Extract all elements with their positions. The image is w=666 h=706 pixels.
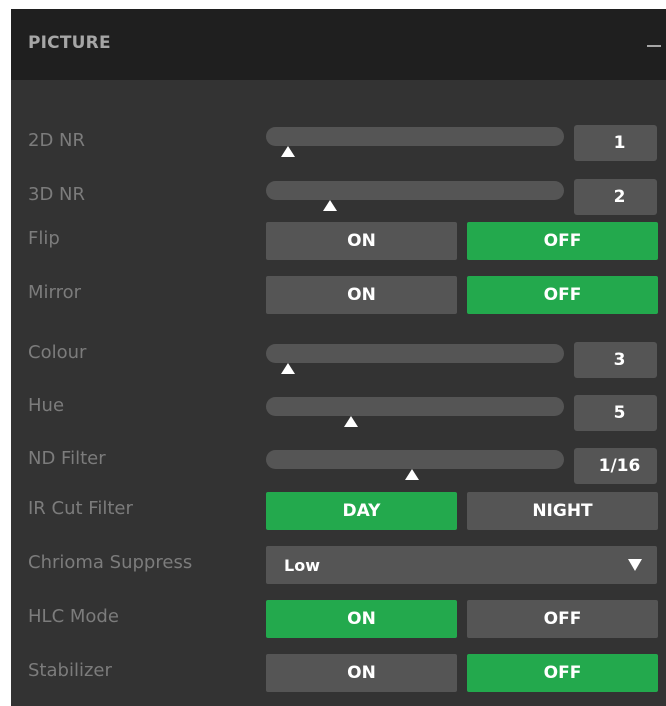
row-ir-cut-filter: IR Cut Filter DAY NIGHT — [11, 490, 666, 530]
hlc-off-button[interactable]: OFF — [467, 600, 658, 638]
collapse-button[interactable] — [642, 31, 666, 59]
label-nd-filter: ND Filter — [28, 448, 106, 469]
label-2d-nr: 2D NR — [28, 130, 86, 151]
slider-nd-filter[interactable] — [266, 450, 564, 480]
triangle-down-icon — [628, 559, 642, 571]
chroma-suppress-select[interactable]: Low — [266, 546, 657, 584]
stabilizer-off-button[interactable]: OFF — [467, 654, 658, 692]
slider-thumb-icon[interactable] — [280, 363, 295, 374]
value-2d-nr: 1 — [574, 125, 657, 161]
label-colour: Colour — [28, 342, 87, 363]
label-3d-nr: 3D NR — [28, 184, 86, 205]
stabilizer-on-button[interactable]: ON — [266, 654, 457, 692]
label-ir-cut-filter: IR Cut Filter — [28, 498, 133, 519]
slider-thumb-icon[interactable] — [343, 416, 358, 427]
slider-track — [266, 181, 564, 200]
label-hlc-mode: HLC Mode — [28, 606, 119, 627]
row-chroma-suppress: Chrioma Suppress Low — [11, 544, 666, 584]
slider-track — [266, 127, 564, 146]
row-flip: Flip ON OFF — [11, 220, 666, 260]
label-flip: Flip — [28, 228, 60, 249]
row-stabilizer: Stabilizer ON OFF — [11, 652, 666, 692]
row-hue: Hue 5 — [11, 392, 666, 432]
value-nd-filter: 1/16 — [574, 448, 657, 484]
row-mirror: Mirror ON OFF — [11, 274, 666, 314]
mirror-off-button[interactable]: OFF — [467, 276, 658, 314]
value-3d-nr: 2 — [574, 179, 657, 215]
row-3d-nr: 3D NR 2 — [11, 176, 666, 216]
value-colour: 3 — [574, 342, 657, 378]
slider-thumb-icon[interactable] — [280, 146, 295, 157]
slider-track — [266, 344, 564, 363]
slider-2d-nr[interactable] — [266, 127, 564, 157]
row-2d-nr: 2D NR 1 — [11, 122, 666, 162]
minus-icon — [647, 45, 661, 47]
slider-thumb-icon[interactable] — [323, 200, 338, 211]
label-stabilizer: Stabilizer — [28, 660, 112, 681]
slider-hue[interactable] — [266, 397, 564, 427]
slider-colour[interactable] — [266, 344, 564, 374]
row-hlc-mode: HLC Mode ON OFF — [11, 598, 666, 638]
flip-on-button[interactable]: ON — [266, 222, 457, 260]
mirror-on-button[interactable]: ON — [266, 276, 457, 314]
label-mirror: Mirror — [28, 282, 82, 303]
slider-track — [266, 450, 564, 469]
slider-3d-nr[interactable] — [266, 181, 564, 211]
ir-cut-night-button[interactable]: NIGHT — [467, 492, 658, 530]
picture-panel: PICTURE 2D NR 1 3D NR 2 Flip ON OFF Mirr… — [11, 9, 666, 706]
flip-off-button[interactable]: OFF — [467, 222, 658, 260]
value-hue: 5 — [574, 395, 657, 431]
row-nd-filter: ND Filter 1/16 — [11, 445, 666, 485]
row-colour: Colour 3 — [11, 339, 666, 379]
slider-track — [266, 397, 564, 416]
chroma-suppress-value: Low — [284, 556, 320, 575]
panel-header: PICTURE — [11, 9, 666, 80]
slider-thumb-icon[interactable] — [405, 469, 420, 480]
panel-title: PICTURE — [28, 33, 111, 53]
label-chroma-suppress: Chrioma Suppress — [28, 552, 193, 573]
hlc-on-button[interactable]: ON — [266, 600, 457, 638]
ir-cut-day-button[interactable]: DAY — [266, 492, 457, 530]
label-hue: Hue — [28, 395, 65, 416]
